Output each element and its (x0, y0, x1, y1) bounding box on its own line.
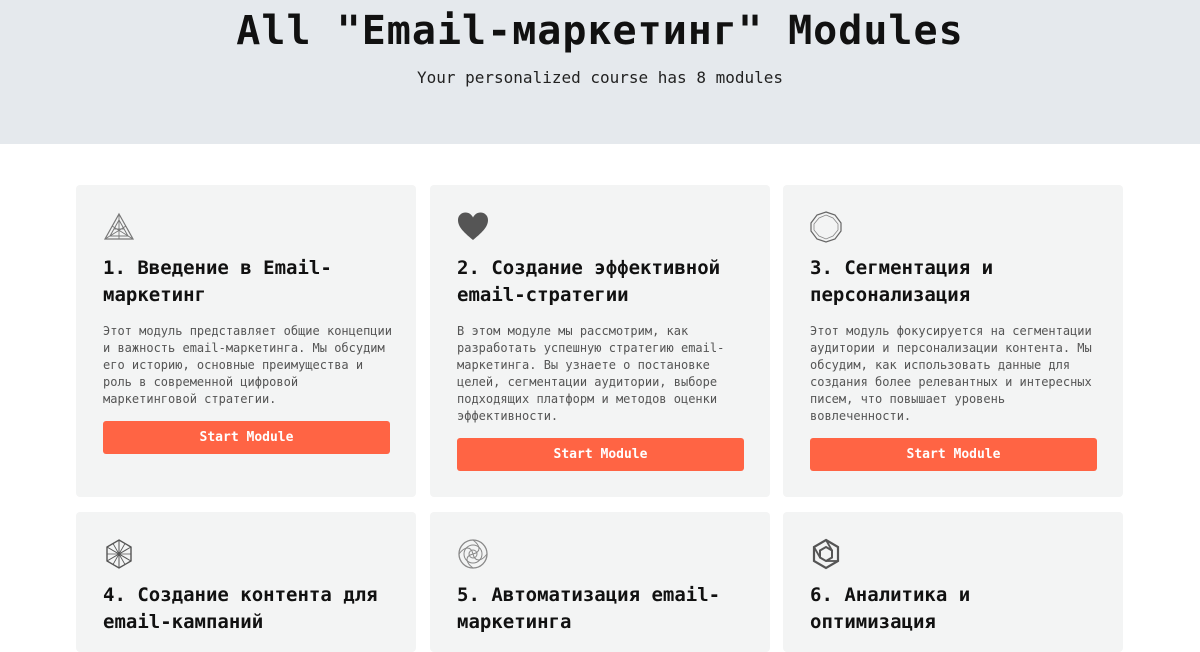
module-description: Этот модуль представляет общие концепции… (103, 324, 392, 406)
module-title: 6. Аналитика и оптимизация (810, 584, 971, 633)
spiral-ring-icon (458, 539, 488, 569)
start-module-button[interactable]: Start Module (457, 438, 744, 471)
module-title: 1. Введение в Email-маркетинг (103, 257, 332, 306)
module-card-2: 2. Создание эффективной email-стратегии … (430, 185, 770, 497)
triangle-pattern-icon (103, 212, 135, 240)
heart-icon (458, 212, 488, 240)
module-title: 3. Сегментация и персонализация (810, 257, 994, 306)
module-title: 4. Создание контента для email-кампаний (103, 584, 378, 633)
polygon-ring-icon (810, 211, 842, 243)
start-module-button[interactable]: Start Module (810, 438, 1097, 471)
page-title: All "Email-маркетинг" Modules (236, 8, 964, 54)
module-title: 5. Автоматизация email-маркетинга (457, 584, 721, 633)
module-card-3: 3. Сегментация и персонализация Этот мод… (783, 185, 1123, 497)
module-card-6: 6. Аналитика и оптимизация (783, 512, 1123, 652)
module-description: Этот модуль фокусируется на сегментации … (810, 324, 1092, 423)
chain-hexagon-icon (812, 538, 840, 570)
module-description: В этом модуле мы рассмотрим, как разрабо… (457, 324, 725, 423)
hexagon-grid-icon (106, 539, 132, 569)
module-card-5: 5. Автоматизация email-маркетинга (430, 512, 770, 652)
module-card-4: 4. Создание контента для email-кампаний (76, 512, 416, 652)
start-module-button[interactable]: Start Module (103, 421, 390, 454)
module-title: 2. Создание эффективной email-стратегии (457, 257, 721, 306)
module-card-1: 1. Введение в Email-маркетинг Этот модул… (76, 185, 416, 497)
page-header: All "Email-маркетинг" Modules Your perso… (0, 0, 1200, 144)
page-subtitle: Your personalized course has 8 modules (416, 68, 784, 87)
